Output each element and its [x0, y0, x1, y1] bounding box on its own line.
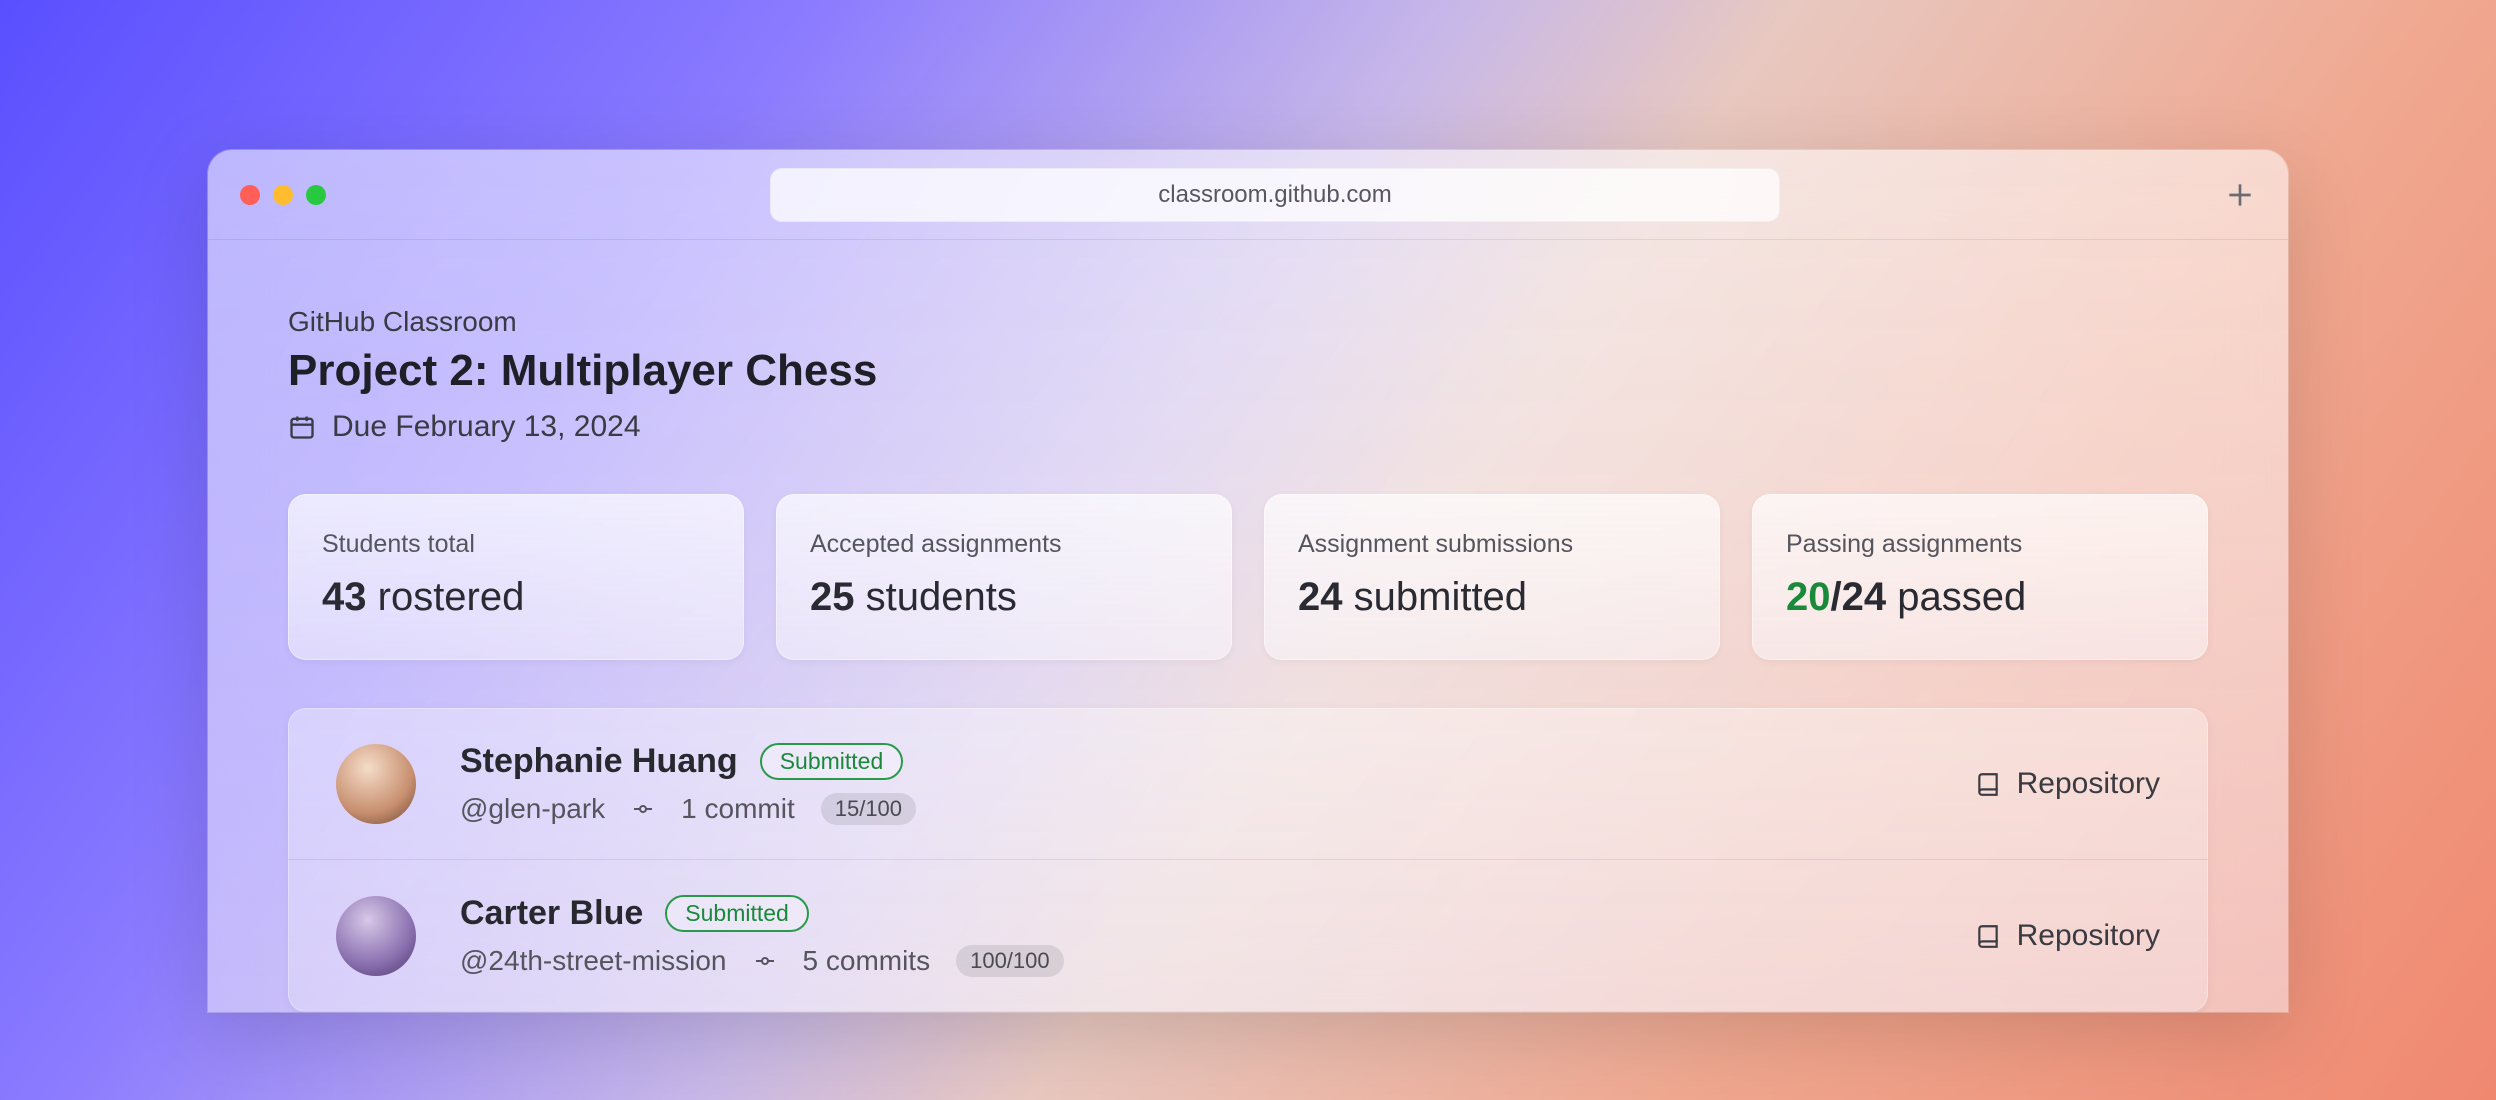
student-name[interactable]: Stephanie Huang [460, 742, 738, 781]
student-info: Stephanie Huang Submitted @glen-park 1 c… [460, 742, 1975, 825]
student-list: Stephanie Huang Submitted @glen-park 1 c… [288, 708, 2208, 1012]
student-name[interactable]: Carter Blue [460, 894, 643, 933]
repository-label: Repository [2017, 767, 2160, 801]
due-date-text: Due February 13, 2024 [332, 410, 641, 444]
student-row: Stephanie Huang Submitted @glen-park 1 c… [288, 708, 2208, 860]
stat-label: Passing assignments [1786, 530, 2174, 559]
calendar-icon [288, 413, 316, 441]
page-content: GitHub Classroom Project 2: Multiplayer … [208, 240, 2288, 1012]
close-window-button[interactable] [240, 185, 260, 205]
stat-card-accepted: Accepted assignments 25 students [776, 494, 1232, 660]
stats-row: Students total 43 rostered Accepted assi… [288, 494, 2208, 660]
stat-card-submissions: Assignment submissions 24 submitted [1264, 494, 1720, 660]
window-controls [240, 185, 326, 205]
status-badge: Submitted [760, 743, 904, 780]
score-pill: 100/100 [956, 945, 1064, 977]
address-bar[interactable]: classroom.github.com [770, 168, 1780, 222]
browser-window: classroom.github.com GitHub Classroom Pr… [208, 150, 2288, 1012]
commit-count: 1 commit [681, 793, 795, 825]
due-date: Due February 13, 2024 [288, 410, 2208, 444]
student-handle[interactable]: @glen-park [460, 793, 605, 825]
stat-label: Students total [322, 530, 710, 559]
student-row: Carter Blue Submitted @24th-street-missi… [288, 860, 2208, 1012]
repo-icon [1975, 771, 2001, 797]
commit-count: 5 commits [803, 945, 931, 977]
avatar[interactable] [336, 744, 416, 824]
status-badge: Submitted [665, 895, 809, 932]
stat-value: 24 submitted [1298, 575, 1686, 620]
avatar[interactable] [336, 896, 416, 976]
stat-label: Accepted assignments [810, 530, 1198, 559]
url-text: classroom.github.com [1158, 181, 1391, 209]
score-pill: 15/100 [821, 793, 916, 825]
commit-icon [631, 797, 655, 821]
repository-link[interactable]: Repository [1975, 767, 2160, 801]
commit-icon [753, 949, 777, 973]
stat-value: 43 rostered [322, 575, 710, 620]
minimize-window-button[interactable] [273, 185, 293, 205]
stat-card-passing: Passing assignments 20/24 passed [1752, 494, 2208, 660]
stat-label: Assignment submissions [1298, 530, 1686, 559]
student-info: Carter Blue Submitted @24th-street-missi… [460, 894, 1975, 977]
maximize-window-button[interactable] [306, 185, 326, 205]
repo-icon [1975, 923, 2001, 949]
stat-card-students-total: Students total 43 rostered [288, 494, 744, 660]
page-title: Project 2: Multiplayer Chess [288, 346, 2208, 396]
new-tab-icon[interactable] [2224, 179, 2256, 211]
stat-value: 20/24 passed [1786, 575, 2174, 620]
repository-link[interactable]: Repository [1975, 919, 2160, 953]
stat-value: 25 students [810, 575, 1198, 620]
repository-label: Repository [2017, 919, 2160, 953]
student-handle[interactable]: @24th-street-mission [460, 945, 727, 977]
titlebar: classroom.github.com [208, 150, 2288, 240]
breadcrumb[interactable]: GitHub Classroom [288, 306, 2208, 338]
